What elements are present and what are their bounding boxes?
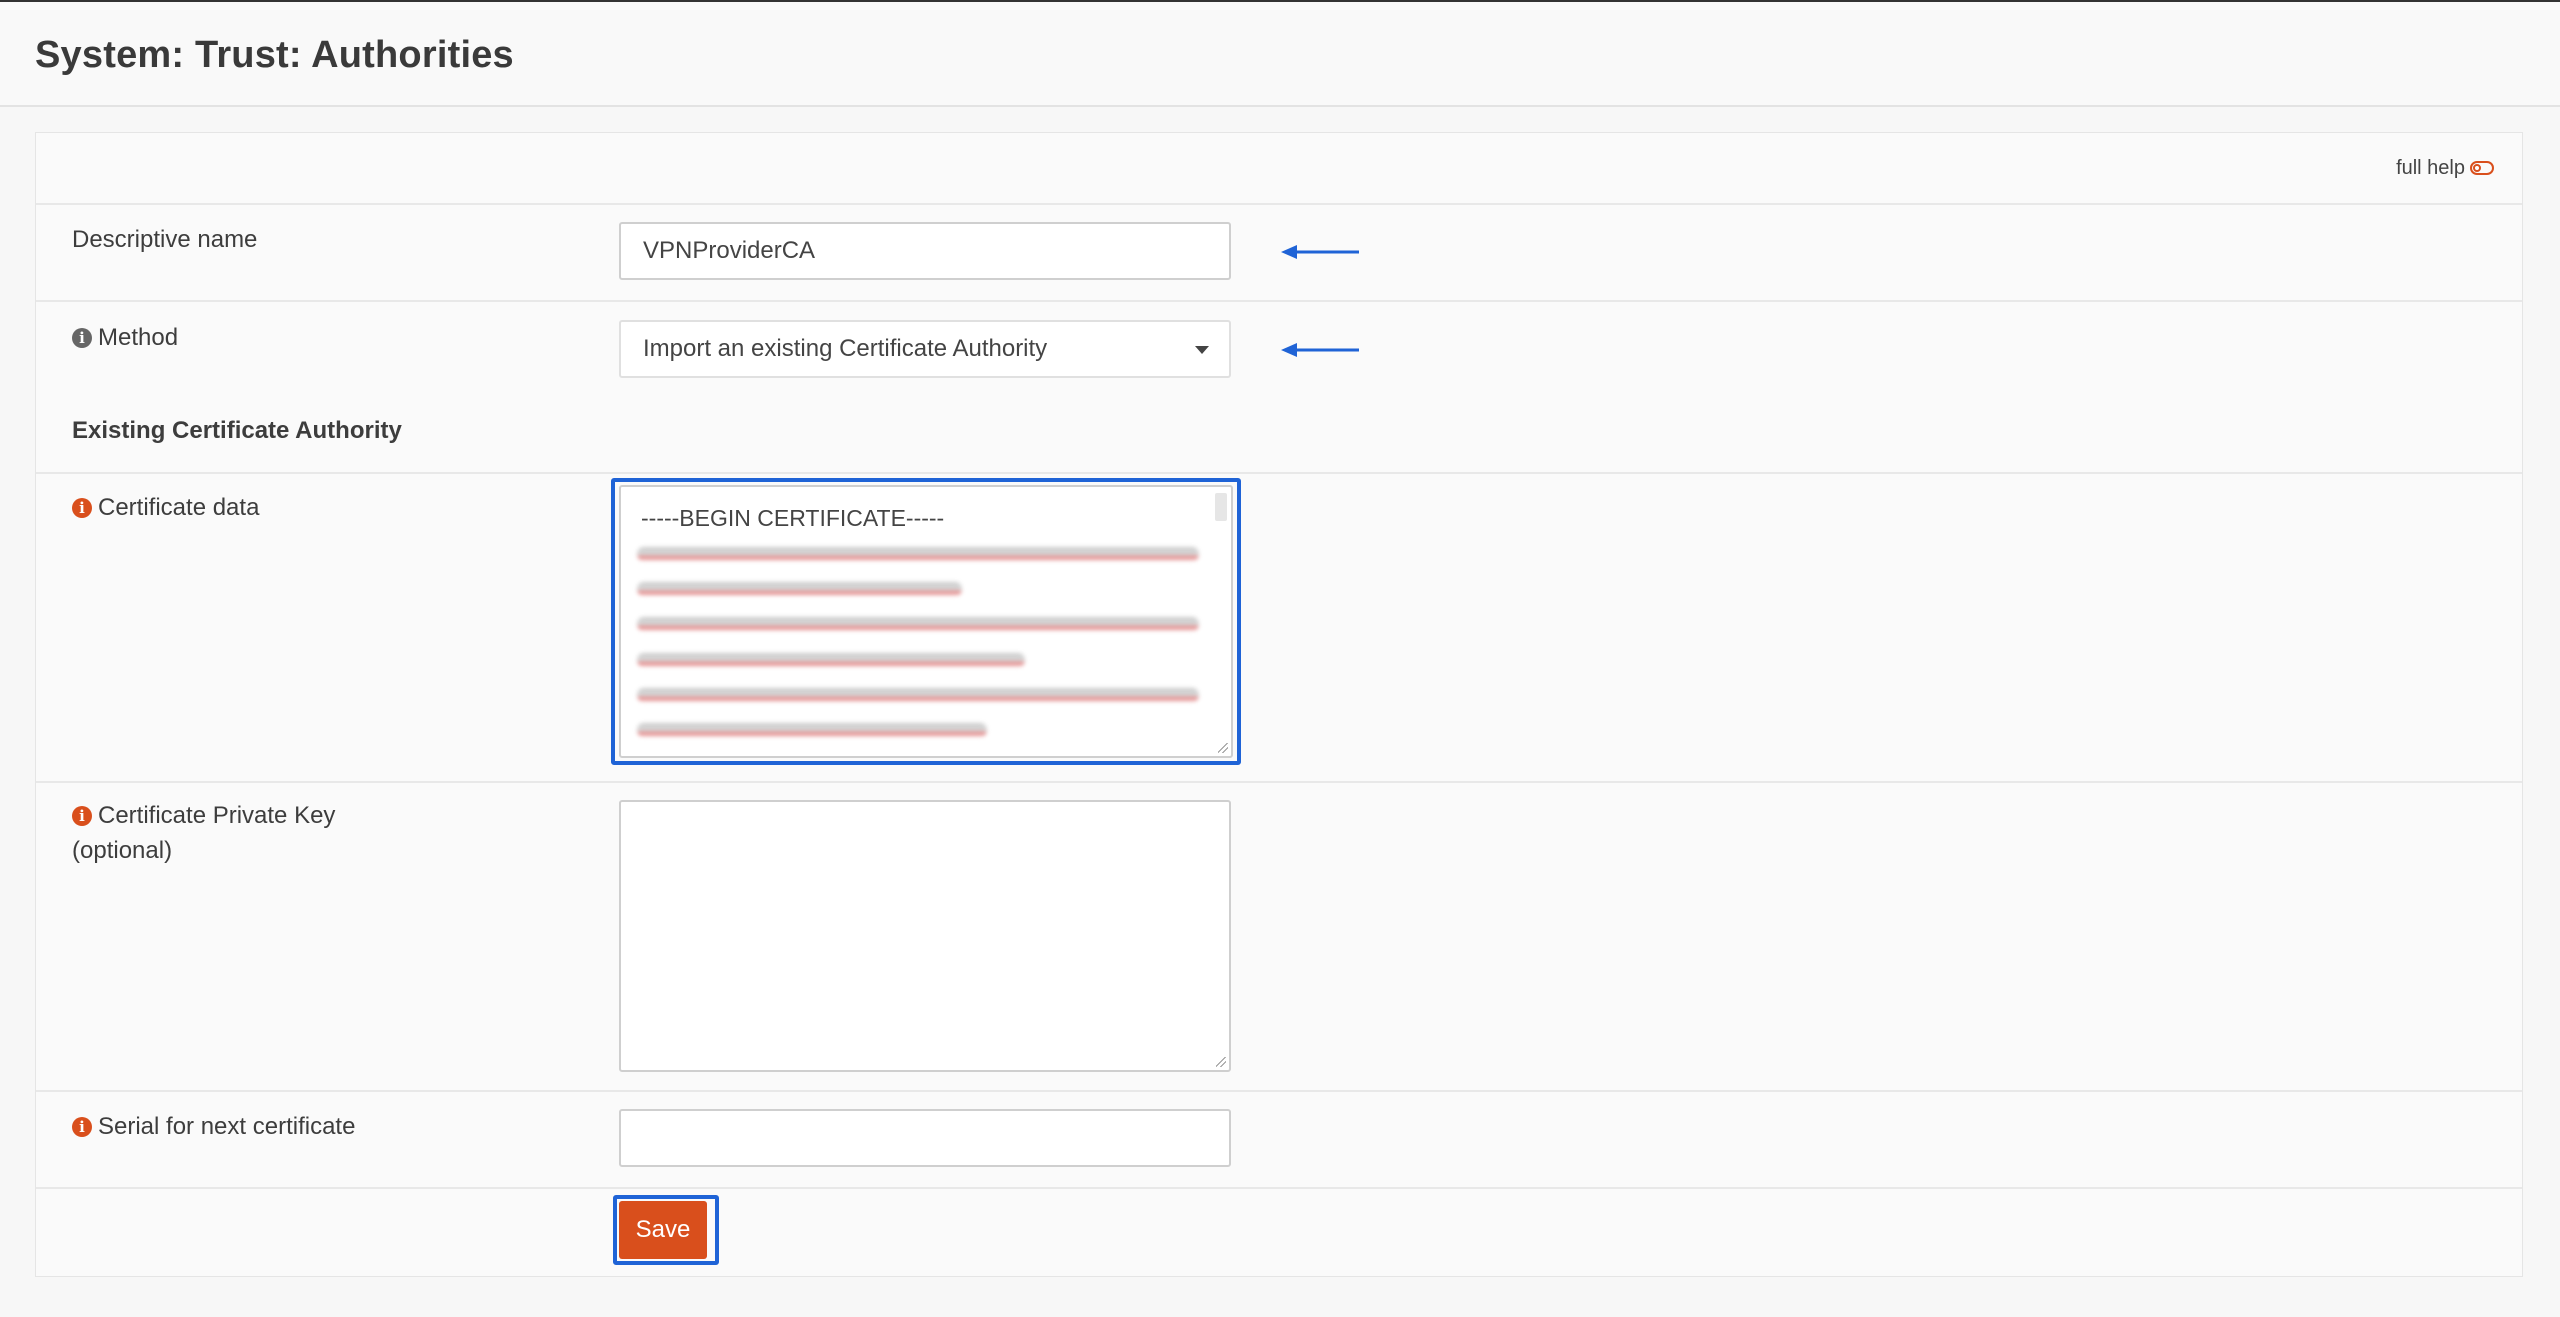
- redacted-line: [637, 688, 1199, 702]
- private-key-label-line2: (optional): [72, 837, 173, 864]
- private-key-label-line1: Certificate Private Key: [98, 802, 336, 829]
- redacted-line: [637, 547, 1199, 561]
- certificate-data-textarea[interactable]: -----BEGIN CERTIFICATE-----: [619, 485, 1233, 758]
- serial-label-text: Serial for next certificate: [98, 1113, 356, 1140]
- descriptive-name-row: Descriptive name VPNProviderCA: [36, 205, 2522, 302]
- resize-handle[interactable]: [1216, 1057, 1226, 1067]
- section-heading: Existing Certificate Authority: [72, 417, 402, 444]
- info-icon[interactable]: i: [72, 1117, 92, 1137]
- method-label-text: Method: [98, 324, 179, 351]
- page-title: System: Trust: Authorities: [35, 34, 514, 76]
- method-selected-value: Import an existing Certificate Authority: [643, 335, 1048, 362]
- serial-label: i Serial for next certificate: [72, 1109, 355, 1144]
- save-button[interactable]: Save: [619, 1201, 707, 1259]
- resize-handle[interactable]: [1218, 743, 1228, 753]
- page-header: System: Trust: Authorities: [0, 2, 2560, 107]
- info-icon[interactable]: i: [72, 498, 92, 518]
- certificate-first-line: -----BEGIN CERTIFICATE-----: [641, 505, 945, 531]
- private-key-label: i Certificate Private Key (optional): [72, 798, 335, 868]
- method-row: i Method Import an existing Certificate A…: [36, 302, 2522, 474]
- ca-form-panel: full help Descriptive name VPNProviderCA…: [35, 132, 2523, 1277]
- info-icon[interactable]: i: [72, 806, 92, 826]
- arrow-left-icon: [1281, 245, 1359, 259]
- redacted-line: [637, 617, 1199, 631]
- full-help-toggle[interactable]: full help: [2396, 157, 2494, 180]
- private-key-textarea[interactable]: [619, 800, 1231, 1072]
- serial-row: i Serial for next certificate: [36, 1092, 2522, 1189]
- certificate-data-label-text: Certificate data: [98, 494, 260, 521]
- chevron-down-icon: [1195, 346, 1209, 354]
- descriptive-name-input[interactable]: VPNProviderCA: [619, 222, 1231, 280]
- method-label: i Method: [72, 320, 178, 355]
- full-help-label: full help: [2396, 157, 2465, 179]
- arrow-left-icon: [1281, 343, 1359, 357]
- serial-input[interactable]: [619, 1109, 1231, 1167]
- help-row: full help: [36, 133, 2522, 205]
- toggle-icon[interactable]: [2470, 161, 2494, 175]
- certificate-data-label: i Certificate data: [72, 490, 259, 525]
- redacted-line: [637, 582, 962, 596]
- private-key-row: i Certificate Private Key (optional): [36, 783, 2522, 1092]
- scrollbar[interactable]: [1215, 493, 1227, 521]
- method-select[interactable]: Import an existing Certificate Authority: [619, 320, 1231, 378]
- descriptive-name-label: Descriptive name: [72, 226, 258, 253]
- info-icon[interactable]: i: [72, 328, 92, 348]
- redacted-line: [637, 653, 1025, 667]
- redacted-line: [637, 723, 987, 737]
- certificate-data-row: i Certificate data: [36, 474, 2522, 783]
